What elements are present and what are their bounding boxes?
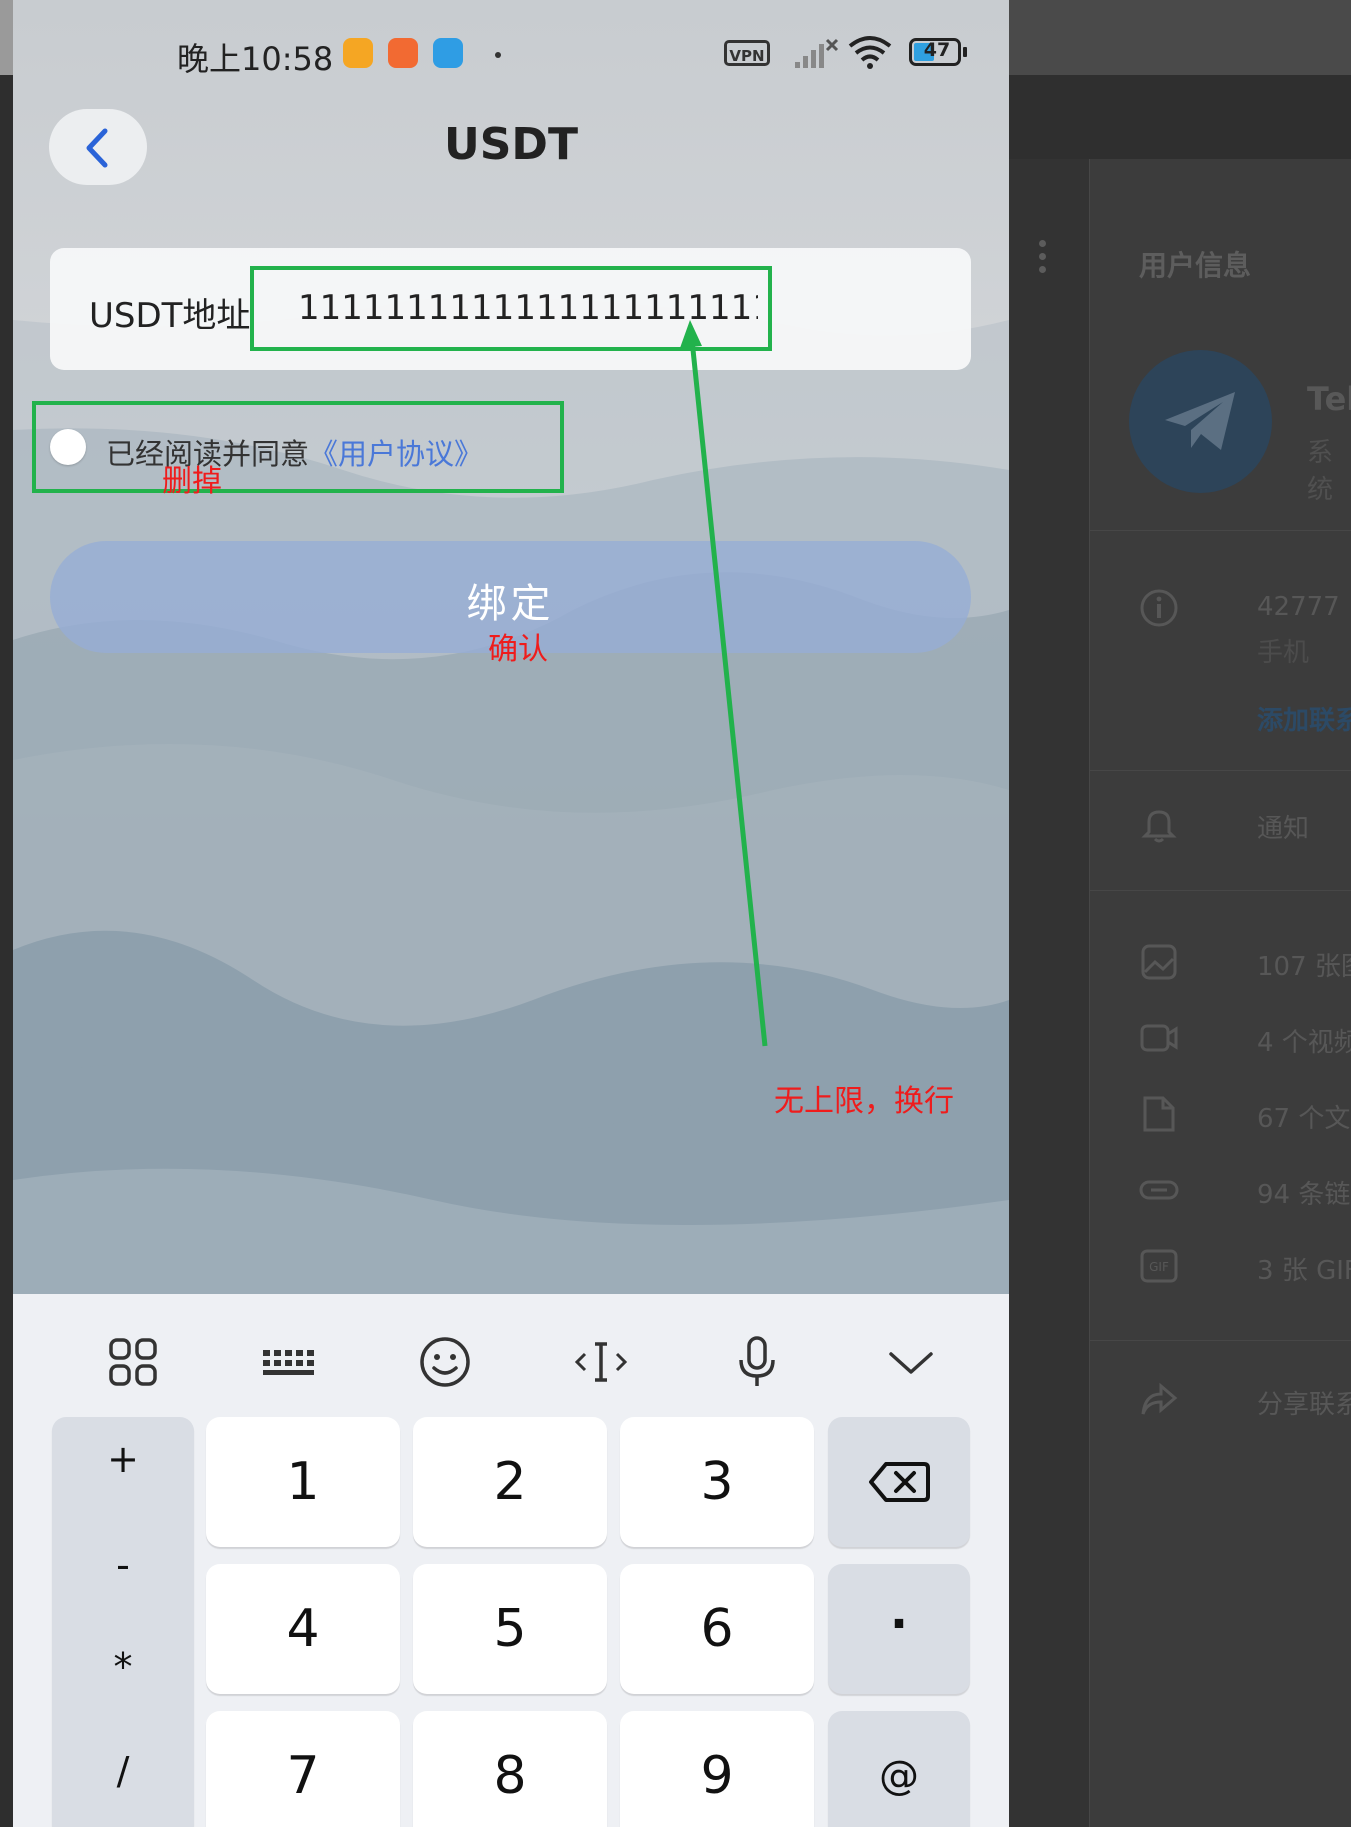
annotation-confirm-note: 确认 (488, 632, 548, 667)
link-icon (1139, 1180, 1179, 1200)
numeric-keyboard: + - * / 1 2 3 4 5 6 · 7 8 9 @ (13, 1294, 1009, 1827)
battery-icon: 47 (909, 38, 969, 68)
apps-grid-icon[interactable] (103, 1332, 163, 1392)
signal-icon (795, 38, 839, 68)
video-app-icon (388, 38, 418, 68)
bind-button-label: 绑定 (466, 581, 555, 627)
vpn-icon: VPN (724, 40, 770, 66)
annotation-box-address (250, 266, 772, 351)
file-icon (1143, 1096, 1175, 1132)
backspace-key[interactable] (828, 1417, 970, 1547)
key-at[interactable]: @ (828, 1711, 970, 1827)
key-6[interactable]: 6 (620, 1564, 814, 1694)
svg-text:GIF: GIF (1149, 1260, 1169, 1274)
nav-bar: USDT (13, 105, 1009, 205)
bg-contact-name: Tel (1307, 380, 1351, 418)
battery-level: 47 (923, 39, 951, 61)
info-icon (1140, 589, 1178, 627)
image-icon (1141, 944, 1177, 980)
status-time: 晚上10:58 (177, 40, 334, 78)
page-title: USDT (444, 119, 578, 170)
microphone-icon[interactable] (727, 1332, 787, 1392)
key-8[interactable]: 8 (413, 1711, 607, 1827)
wifi-icon (848, 36, 892, 69)
left-window-edge (0, 0, 13, 1827)
annotation-wrap-note: 无上限，换行 (774, 1084, 954, 1119)
emoji-icon[interactable] (415, 1332, 475, 1392)
key-plus[interactable]: + (52, 1437, 194, 1481)
key-slash[interactable]: / (52, 1749, 194, 1793)
status-bar: 晚上10:58 VPN 47 (13, 0, 1009, 105)
key-9[interactable]: 9 (620, 1711, 814, 1827)
key-dot[interactable]: · (828, 1564, 970, 1694)
key-2[interactable]: 2 (413, 1417, 607, 1547)
share-icon (1141, 1382, 1178, 1415)
app-notification-icon (343, 38, 373, 68)
key-7[interactable]: 7 (206, 1711, 400, 1827)
telegram-avatar (1129, 350, 1272, 493)
shield-app-icon (433, 38, 463, 68)
gif-icon: GIF (1140, 1249, 1178, 1283)
bg-panel-title: 用户信息 (1139, 249, 1252, 282)
background-telegram-window: 用户信息 Tel 系统 42777 手机 添加联系 通知 107 张图 4 个视… (1009, 0, 1351, 1827)
more-notifications-icon (495, 52, 501, 58)
bg-contact-subtitle: 系统 (1307, 438, 1334, 505)
collapse-keyboard-icon[interactable] (881, 1332, 941, 1392)
key-4[interactable]: 4 (206, 1564, 400, 1694)
video-icon (1140, 1024, 1178, 1052)
annotation-box-agreement (32, 401, 564, 493)
cursor-move-icon[interactable] (571, 1332, 631, 1392)
bell-icon (1141, 810, 1177, 843)
telegram-plane-icon (1165, 392, 1235, 450)
more-icon (1039, 240, 1047, 280)
key-5[interactable]: 5 (413, 1564, 607, 1694)
usdt-address-label: USDT地址 (89, 296, 251, 336)
key-3[interactable]: 3 (620, 1417, 814, 1547)
key-asterisk[interactable]: * (52, 1645, 194, 1689)
backspace-icon (869, 1462, 930, 1502)
symbol-column: + - * / (52, 1417, 194, 1827)
key-1[interactable]: 1 (206, 1417, 400, 1547)
key-minus[interactable]: - (52, 1543, 194, 1587)
keyboard-layout-icon[interactable] (259, 1332, 319, 1392)
annotation-delete-note: 删掉 (162, 464, 222, 499)
